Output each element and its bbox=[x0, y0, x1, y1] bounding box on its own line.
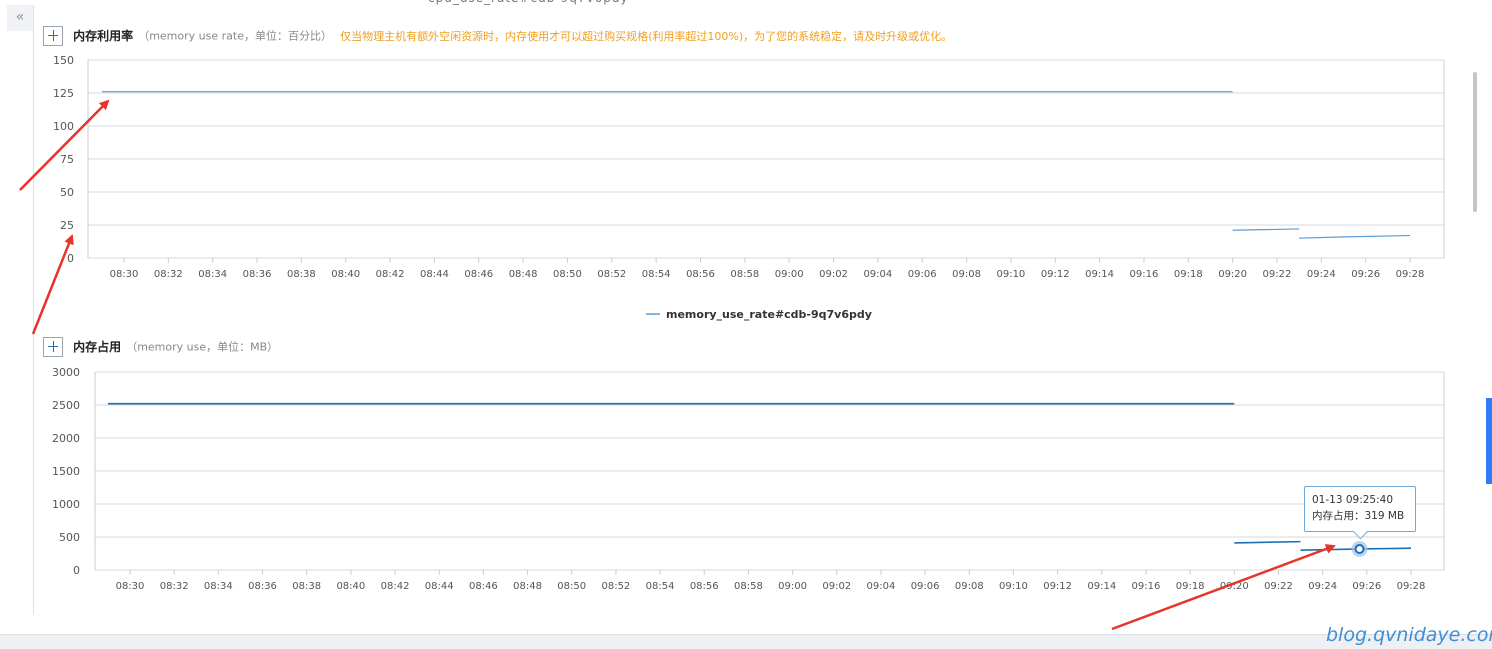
highlight-point bbox=[1354, 543, 1365, 554]
x-tick-label: 09:00 bbox=[778, 581, 807, 592]
y-tick-label: 1000 bbox=[52, 498, 80, 511]
y-tick-label: 1500 bbox=[52, 465, 80, 478]
vertical-scrollbar[interactable] bbox=[1473, 72, 1477, 212]
bottom-scrollbar[interactable] bbox=[0, 634, 1492, 649]
x-tick-label: 08:52 bbox=[601, 581, 630, 592]
x-tick-label: 08:40 bbox=[336, 581, 365, 592]
x-tick-label: 08:32 bbox=[160, 581, 189, 592]
x-tick-label: 09:18 bbox=[1176, 581, 1205, 592]
x-tick-label: 08:44 bbox=[425, 581, 454, 592]
x-tick-label: 08:30 bbox=[116, 581, 145, 592]
x-tick-label: 08:58 bbox=[734, 581, 763, 592]
y-tick-label: 0 bbox=[73, 564, 80, 577]
y-tick-label: 3000 bbox=[52, 366, 80, 379]
tooltip-value: 内存占用：319 MB bbox=[1312, 510, 1405, 522]
x-tick-label: 08:48 bbox=[513, 581, 542, 592]
x-tick-label: 08:50 bbox=[557, 581, 586, 592]
x-tick-label: 08:46 bbox=[469, 581, 498, 592]
y-tick-label: 2500 bbox=[52, 399, 80, 412]
x-tick-label: 08:38 bbox=[292, 581, 321, 592]
y-tick-label: 2000 bbox=[52, 432, 80, 445]
x-tick-label: 09:22 bbox=[1264, 581, 1293, 592]
x-tick-label: 09:12 bbox=[1043, 581, 1072, 592]
x-tick-label: 08:36 bbox=[248, 581, 277, 592]
x-tick-label: 09:06 bbox=[911, 581, 940, 592]
x-tick-label: 09:28 bbox=[1397, 581, 1426, 592]
x-tick-label: 09:04 bbox=[867, 581, 896, 592]
x-tick-label: 09:08 bbox=[955, 581, 984, 592]
x-tick-label: 09:10 bbox=[999, 581, 1028, 592]
side-drawer-tab[interactable] bbox=[1486, 398, 1492, 484]
x-tick-label: 09:20 bbox=[1220, 581, 1249, 592]
tooltip-time: 01-13 09:25:40 bbox=[1312, 494, 1394, 506]
monitoring-panel: « cpu_use_rate#cdb-9q7v6pdy 内存利用率 （memor… bbox=[0, 0, 1492, 649]
x-tick-label: 09:16 bbox=[1132, 581, 1161, 592]
x-tick-label: 09:24 bbox=[1308, 581, 1337, 592]
x-tick-label: 09:02 bbox=[822, 581, 851, 592]
x-tick-label: 09:14 bbox=[1087, 581, 1116, 592]
data-tooltip: 01-13 09:25:40 内存占用：319 MB bbox=[1304, 486, 1416, 532]
x-tick-label: 08:34 bbox=[204, 581, 233, 592]
x-tick-label: 08:42 bbox=[381, 581, 410, 592]
memory-usage-chart: 0 500 1000 1500 2000 2500 3000 08:30 08:32 08:34 0… bbox=[52, 366, 1445, 592]
x-tick-label: 09:26 bbox=[1352, 581, 1381, 592]
y-tick-label: 500 bbox=[59, 531, 80, 544]
x-tick-label: 08:54 bbox=[646, 581, 675, 592]
watermark-text: blog.qvnidaye.com bbox=[1326, 624, 1492, 646]
series-line bbox=[1234, 540, 1301, 544]
x-tick-label: 08:56 bbox=[690, 581, 719, 592]
